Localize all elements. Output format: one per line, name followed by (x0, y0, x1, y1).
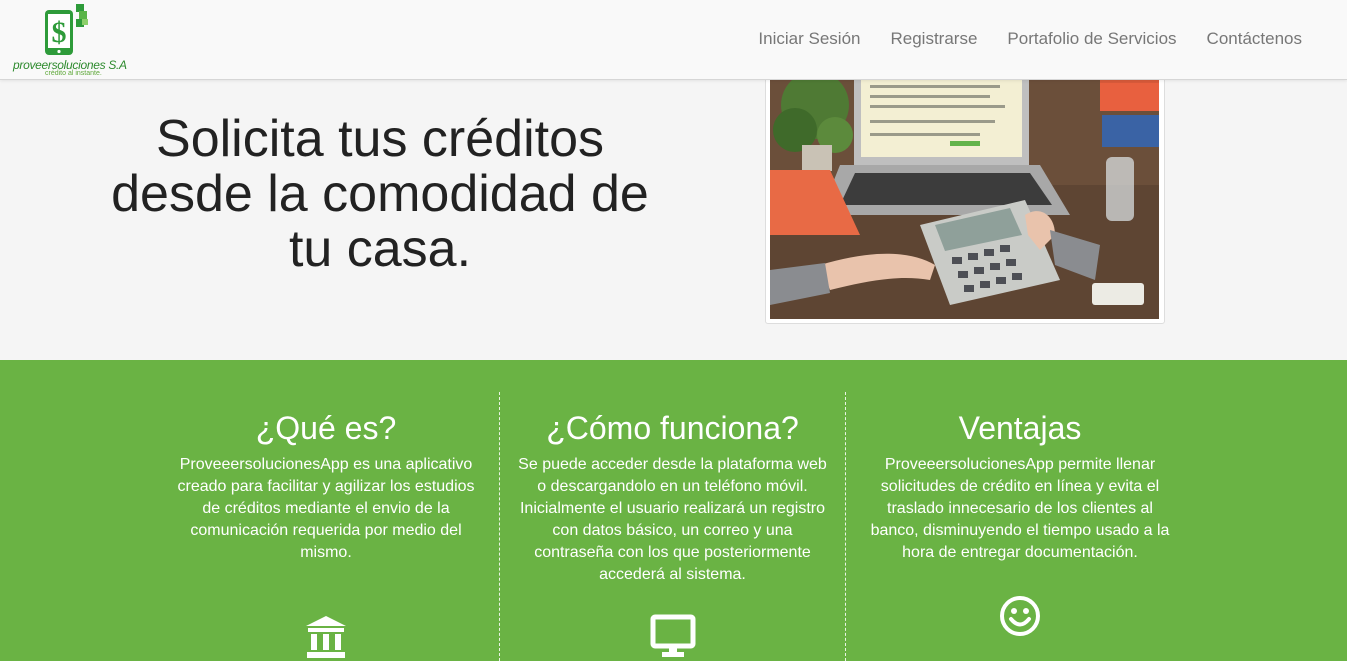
smiley-icon (1000, 596, 1040, 636)
nav-login-link[interactable]: Iniciar Sesión (758, 29, 860, 49)
nav-contact-link[interactable]: Contáctenos (1207, 29, 1302, 49)
column-divider (845, 392, 846, 661)
feature-what-is: ¿Qué es? ProveeersolucionesApp es una ap… (170, 392, 482, 661)
feature-text: Se puede acceder desde la plataforma web… (518, 456, 827, 583)
hero-image-frame (765, 60, 1165, 324)
feature-title: ¿Qué es? (255, 410, 397, 446)
features-section: ¿Qué es? ProveeersolucionesApp es una ap… (0, 360, 1347, 661)
feature-advantages: Ventajas ProveeersolucionesApp permite l… (865, 392, 1175, 661)
feature-text: ProveeersolucionesApp permite llenar sol… (870, 456, 1170, 561)
feature-how-it-works: ¿Cómo funciona? Se puede acceder desde l… (515, 392, 830, 661)
navbar: $ proveersoluciones S.A crédito al insta… (0, 0, 1347, 80)
main-nav: Iniciar Sesión Registrarse Portafolio de… (728, 29, 1302, 49)
svg-text:$: $ (52, 16, 67, 49)
brand-tagline: crédito al instante. (45, 70, 102, 77)
column-divider (499, 392, 500, 661)
hero-image (770, 65, 1159, 319)
nav-register-link[interactable]: Registrarse (890, 29, 977, 49)
monitor-icon (650, 614, 695, 657)
feature-text: ProveeersolucionesApp es una aplicativo … (177, 456, 475, 561)
bank-icon (306, 616, 346, 658)
feature-title: Ventajas (958, 410, 1082, 446)
nav-services-link[interactable]: Portafolio de Servicios (1007, 29, 1176, 49)
brand-logo[interactable]: $ proveersoluciones S.A crédito al insta… (12, 4, 127, 78)
hero-title: Solicita tus créditos desde la comodidad… (111, 110, 649, 278)
laptop-calculator-illustration (770, 65, 1159, 319)
logo-icon: $ (45, 4, 88, 55)
feature-title: ¿Cómo funciona? (546, 410, 799, 446)
